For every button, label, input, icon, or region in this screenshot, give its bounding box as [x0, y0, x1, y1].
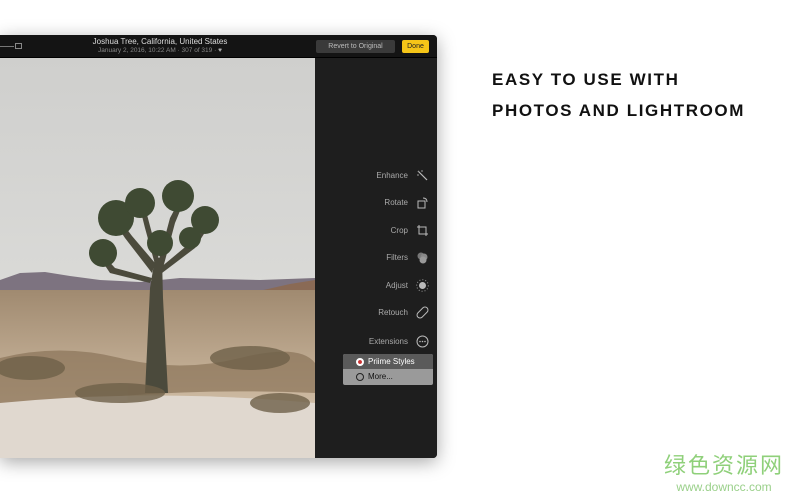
- zoom-slider[interactable]: [0, 46, 14, 47]
- tool-label: Retouch: [378, 307, 408, 317]
- bandage-icon: [416, 306, 429, 318]
- menu-item-label: More...: [368, 372, 393, 381]
- menu-item-more[interactable]: More...: [343, 369, 433, 384]
- headline-line-1: EASY TO USE WITH: [492, 70, 680, 89]
- sep: ·: [177, 47, 180, 54]
- headline-line-2: PHOTOS AND LIGHTROOM: [492, 101, 745, 120]
- adjust-button[interactable]: Adjust: [386, 277, 429, 293]
- rotate-button[interactable]: Rotate: [384, 194, 429, 210]
- menu-item-priime-styles[interactable]: Priime Styles: [343, 354, 433, 369]
- tool-label: Crop: [390, 225, 408, 235]
- headline: EASY TO USE WITH PHOTOS AND LIGHTROOM: [492, 64, 745, 126]
- photo-joshua-tree: [0, 58, 315, 458]
- watermark: 绿色资源网 www.downcc.com: [664, 448, 784, 494]
- tool-label: Rotate: [384, 197, 408, 207]
- revert-to-original-button[interactable]: Revert to Original: [316, 40, 395, 53]
- tool-label: Extensions: [368, 336, 408, 346]
- adjust-icon: [416, 278, 429, 292]
- heart-icon[interactable]: ♥: [218, 47, 222, 54]
- photo-count: 307 of 319: [181, 47, 213, 54]
- photo-title: Joshua Tree, California, United States: [92, 37, 228, 46]
- priime-logo-icon: [356, 357, 364, 366]
- crop-icon: [417, 224, 428, 236]
- edit-sidebar: Enhance Rotate Crop Filters Adjust Retou…: [315, 58, 437, 458]
- photo-size-icon: [15, 43, 22, 49]
- watermark-url: www.downcc.com: [676, 480, 772, 494]
- extensions-menu: Priime Styles More...: [343, 354, 433, 385]
- tool-label: Enhance: [376, 170, 408, 180]
- photo-subtitle: January 2, 2016, 10:22 AM · 307 of 319 ·…: [60, 47, 260, 54]
- retouch-button[interactable]: Retouch: [378, 304, 429, 320]
- enhance-button[interactable]: Enhance: [376, 167, 429, 183]
- photos-window: Joshua Tree, California, United States J…: [0, 35, 437, 458]
- toolbar: Joshua Tree, California, United States J…: [0, 35, 437, 58]
- more-icon: [416, 335, 429, 347]
- sep: ·: [214, 47, 217, 54]
- more-icon: [356, 372, 364, 381]
- menu-item-label: Priime Styles: [368, 357, 415, 366]
- magic-wand-icon: [417, 169, 428, 180]
- watermark-title: 绿色资源网: [664, 453, 785, 478]
- tool-label: Filters: [386, 252, 408, 262]
- photo-date: January 2, 2016, 10:22 AM: [98, 47, 176, 54]
- rotate-icon: [417, 197, 428, 208]
- tool-label: Adjust: [385, 280, 408, 290]
- filters-button[interactable]: Filters: [386, 249, 429, 265]
- crop-button[interactable]: Crop: [391, 222, 429, 238]
- filters-icon: [417, 252, 428, 263]
- extensions-button[interactable]: Extensions: [369, 333, 429, 349]
- done-button[interactable]: Done: [402, 40, 429, 53]
